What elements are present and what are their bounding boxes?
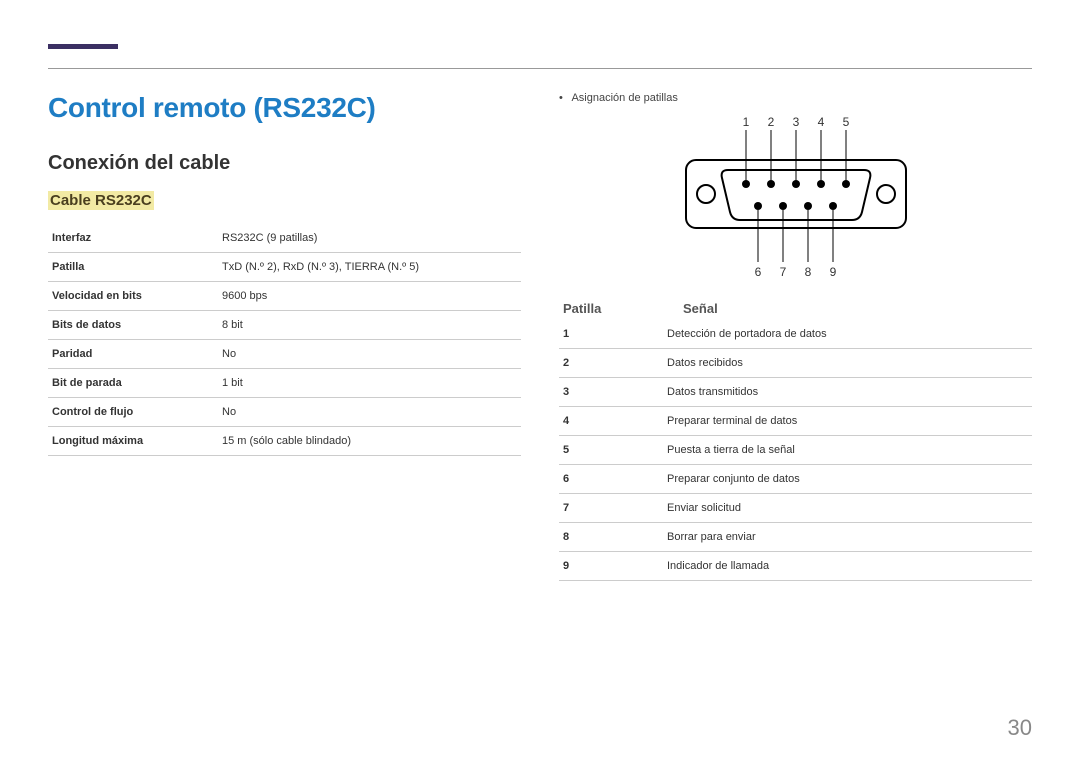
spec-value: 1 bit: [218, 369, 521, 398]
db9-connector-icon: 1 2 3 4 5: [666, 112, 926, 282]
page-number: 30: [1008, 715, 1032, 741]
table-row: Bit de parada1 bit: [48, 369, 521, 398]
spec-value: No: [218, 398, 521, 427]
table-row: 1Detección de portadora de datos: [559, 320, 1032, 349]
spec-value: RS232C (9 patillas): [218, 224, 521, 253]
pin-signal: Preparar conjunto de datos: [663, 465, 1032, 494]
table-row: InterfazRS232C (9 patillas): [48, 224, 521, 253]
spec-value: 15 m (sólo cable blindado): [218, 427, 521, 456]
pin-signal: Datos transmitidos: [663, 378, 1032, 407]
table-row: Control de flujoNo: [48, 398, 521, 427]
left-column: Control remoto (RS232C) Conexión del cab…: [48, 92, 521, 581]
pin-number: 2: [559, 349, 663, 378]
table-row: ParidadNo: [48, 340, 521, 369]
pin-number: 7: [559, 494, 663, 523]
table-row: 3Datos transmitidos: [559, 378, 1032, 407]
pin-number: 8: [559, 523, 663, 552]
pin-label: 4: [817, 115, 824, 129]
spec-key: Paridad: [48, 340, 218, 369]
pin-number: 1: [559, 320, 663, 349]
table-row: 2Datos recibidos: [559, 349, 1032, 378]
header-signal: Señal: [683, 301, 718, 316]
pin-number: 5: [559, 436, 663, 465]
pin-number: 6: [559, 465, 663, 494]
right-column: • Asignación de patillas 1 2 3 4 5: [559, 92, 1032, 581]
spec-key: Velocidad en bits: [48, 282, 218, 311]
pin-label: 2: [767, 115, 774, 129]
spec-value: No: [218, 340, 521, 369]
pin-table-header: Patilla Señal: [563, 301, 1032, 316]
db9-diagram: 1 2 3 4 5: [559, 112, 1032, 287]
pin-number: 3: [559, 378, 663, 407]
pin-label: 6: [754, 265, 761, 279]
spec-key: Interfaz: [48, 224, 218, 253]
spec-key: Longitud máxima: [48, 427, 218, 456]
pin-signal: Preparar terminal de datos: [663, 407, 1032, 436]
pin-signal: Detección de portadora de datos: [663, 320, 1032, 349]
table-row: PatillaTxD (N.º 2), RxD (N.º 3), TIERRA …: [48, 253, 521, 282]
table-row: 6Preparar conjunto de datos: [559, 465, 1032, 494]
section-heading: Conexión del cable: [48, 152, 521, 175]
table-row: 5Puesta a tierra de la señal: [559, 436, 1032, 465]
pin-signal: Indicador de llamada: [663, 552, 1032, 581]
spec-value: 9600 bps: [218, 282, 521, 311]
table-row: Velocidad en bits9600 bps: [48, 282, 521, 311]
bullet-text: Asignación de patillas: [571, 92, 677, 104]
pin-table: 1Detección de portadora de datos 2Datos …: [559, 320, 1032, 581]
table-row: 7Enviar solicitud: [559, 494, 1032, 523]
two-column-layout: Control remoto (RS232C) Conexión del cab…: [48, 92, 1032, 581]
pin-signal: Puesta a tierra de la señal: [663, 436, 1032, 465]
spec-value: 8 bit: [218, 311, 521, 340]
pin-label: 9: [829, 265, 836, 279]
page-title: Control remoto (RS232C): [48, 92, 521, 124]
table-row: 8Borrar para enviar: [559, 523, 1032, 552]
table-row: 9Indicador de llamada: [559, 552, 1032, 581]
top-rule: [48, 68, 1032, 69]
pin-signal: Enviar solicitud: [663, 494, 1032, 523]
pin-label: 5: [842, 115, 849, 129]
spec-table: InterfazRS232C (9 patillas) PatillaTxD (…: [48, 224, 521, 456]
spec-key: Bits de datos: [48, 311, 218, 340]
pin-signal: Datos recibidos: [663, 349, 1032, 378]
spec-key: Patilla: [48, 253, 218, 282]
pin-number: 4: [559, 407, 663, 436]
table-row: Bits de datos8 bit: [48, 311, 521, 340]
bullet-icon: •: [559, 92, 569, 104]
bullet-heading: • Asignación de patillas: [559, 92, 1032, 104]
pin-label: 1: [742, 115, 749, 129]
pin-label: 7: [779, 265, 786, 279]
pin-label: 8: [804, 265, 811, 279]
pin-label: 3: [792, 115, 799, 129]
table-row: 4Preparar terminal de datos: [559, 407, 1032, 436]
chapter-tab: [48, 44, 118, 68]
spec-value: TxD (N.º 2), RxD (N.º 3), TIERRA (N.º 5): [218, 253, 521, 282]
pin-number: 9: [559, 552, 663, 581]
pin-signal: Borrar para enviar: [663, 523, 1032, 552]
page: Control remoto (RS232C) Conexión del cab…: [0, 0, 1080, 763]
spec-key: Control de flujo: [48, 398, 218, 427]
spec-key: Bit de parada: [48, 369, 218, 398]
subsection-heading: Cable RS232C: [48, 191, 154, 210]
header-pin: Patilla: [563, 301, 623, 316]
table-row: Longitud máxima15 m (sólo cable blindado…: [48, 427, 521, 456]
